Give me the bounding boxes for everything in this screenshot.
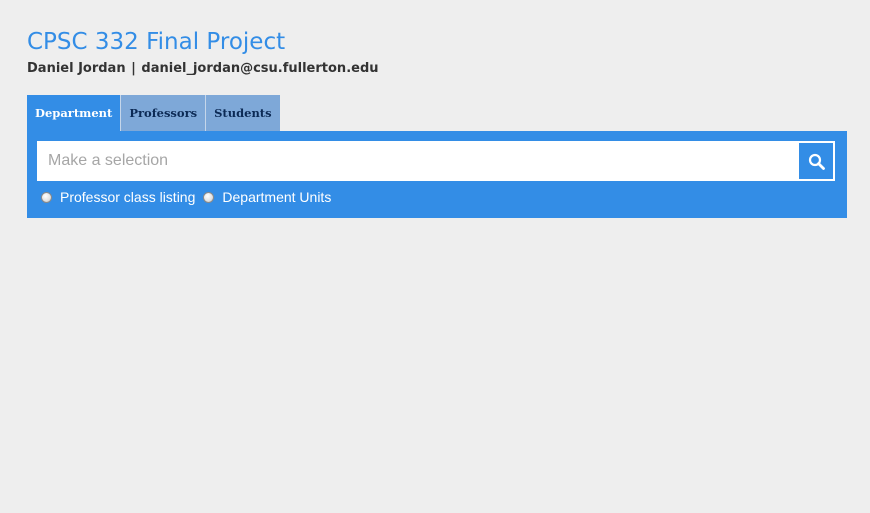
radio-button[interactable] [41,191,52,203]
search-box [37,141,835,181]
page-title: CPSC 332 Final Project [27,29,286,55]
search-input[interactable] [38,142,794,180]
tab-bar: Department Professors Students [27,95,280,131]
tab-students[interactable]: Students [206,95,280,131]
radio-button[interactable] [203,191,215,203]
option-professor-class-listing[interactable]: Professor class listing [41,189,195,205]
option-department-units[interactable]: Department Units [203,189,331,205]
author-email: daniel_jordan@csu.fullerton.edu [141,61,379,76]
search-button[interactable] [798,142,834,180]
byline-separator: | [131,61,136,76]
author-byline: Daniel Jordan | daniel_jordan@csu.fuller… [27,60,379,78]
author-name: Daniel Jordan [27,61,126,76]
query-options: Professor class listing Department Units [41,188,339,206]
tab-department[interactable]: Department [27,95,122,131]
search-icon [808,153,825,170]
option-label: Department Units [222,189,332,205]
department-tab-panel: Professor class listing Department Units [27,131,847,218]
option-label: Professor class listing [60,189,196,205]
tab-professors[interactable]: Professors [121,95,207,131]
